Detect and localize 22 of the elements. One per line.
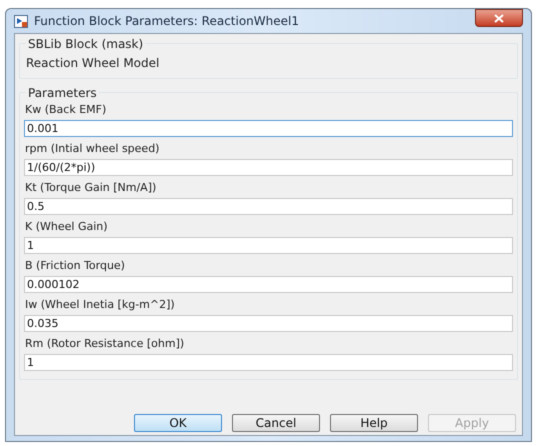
dialog-button[interactable]: OK xyxy=(134,414,222,432)
close-button[interactable] xyxy=(475,9,523,27)
field-label: Iw (Wheel Inetia [kg-m^2]) xyxy=(24,298,176,312)
input-field[interactable]: 0.5 xyxy=(24,198,513,215)
dialog-button[interactable]: Cancel xyxy=(232,414,320,432)
window-title: Function Block Parameters: ReactionWheel1 xyxy=(34,13,299,30)
input-field[interactable]: 1 xyxy=(24,237,513,254)
field-label: rpm (Intial wheel speed) xyxy=(24,142,160,156)
input-field[interactable]: 1/(60/(2*pi)) xyxy=(24,159,513,176)
close-icon xyxy=(494,14,504,22)
field-label: Kt (Torque Gain [Nm/A]) xyxy=(24,181,158,195)
field-label: Kw (Back EMF) xyxy=(24,103,108,117)
field-label: B (Friction Torque) xyxy=(24,259,126,273)
field-label: Rm (Rotor Resistance [ohm]) xyxy=(24,337,186,351)
input-field[interactable]: 1 xyxy=(24,354,513,371)
field-label: K (Wheel Gain) xyxy=(24,220,109,234)
input-field[interactable]: 0.035 xyxy=(24,315,513,332)
input-field[interactable]: 0.001 xyxy=(24,120,513,137)
dialog-button[interactable]: Help xyxy=(330,414,418,432)
block-icon xyxy=(14,14,28,28)
input-field[interactable]: 0.000102 xyxy=(24,276,513,293)
mask-description: Reaction Wheel Model xyxy=(26,55,160,72)
